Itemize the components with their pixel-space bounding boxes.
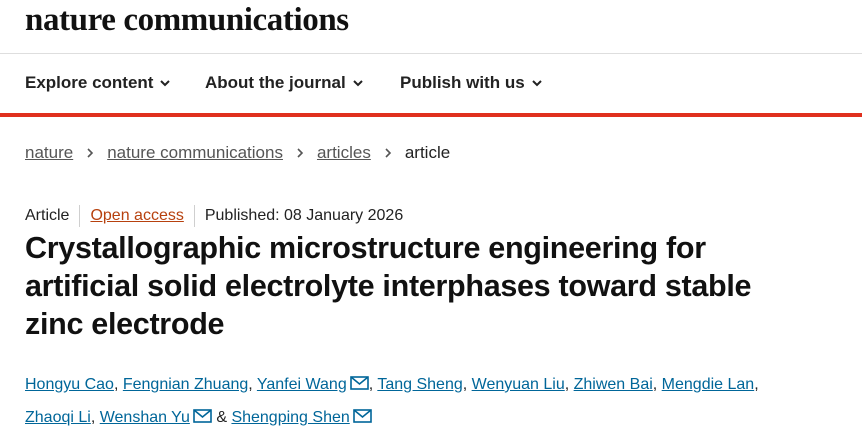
author-separator: , — [462, 376, 472, 393]
nav-explore-content[interactable]: Explore content — [25, 73, 171, 93]
breadcrumb-nature[interactable]: nature — [25, 143, 73, 163]
accent-divider — [0, 113, 862, 117]
author-link[interactable]: Wenyuan Liu — [472, 376, 565, 393]
main-nav: Explore content About the journal Publis… — [0, 55, 862, 113]
chevron-down-icon — [160, 80, 171, 87]
author-link[interactable]: Wenshan Yu — [100, 409, 190, 426]
author-separator: , — [652, 376, 662, 393]
article-type: Article — [25, 207, 70, 224]
meta-divider — [79, 205, 81, 227]
masthead: nature communications — [0, 0, 862, 54]
meta-divider — [193, 205, 195, 227]
chevron-down-icon — [353, 80, 363, 87]
breadcrumb: nature nature communications articles ar… — [25, 143, 450, 163]
chevron-right-icon — [297, 148, 304, 158]
author-link[interactable]: Mengdie Lan — [662, 376, 755, 393]
nav-publish-with-us[interactable]: Publish with us — [400, 73, 543, 93]
author-line: Hongyu Cao, Fengnian Zhuang, Yanfei Wang… — [25, 368, 845, 401]
nav-label: Explore content — [25, 73, 154, 92]
mail-icon[interactable] — [352, 409, 372, 423]
breadcrumb-current: article — [404, 143, 451, 162]
published-date: Published: 08 January 2026 — [204, 207, 404, 224]
title-line: Crystallographic microstructure engineer… — [25, 231, 706, 265]
author-link[interactable]: Fengnian Zhuang — [123, 376, 248, 393]
author-separator: , — [248, 376, 257, 393]
article-meta: Article Open access Published: 08 Januar… — [25, 205, 403, 227]
breadcrumb-articles[interactable]: articles — [317, 143, 371, 163]
author-link[interactable]: Tang Sheng — [377, 376, 462, 393]
chevron-right-icon — [385, 148, 391, 158]
author-link[interactable]: Zhaoqi Li — [25, 409, 91, 426]
nav-about-journal[interactable]: About the journal — [205, 73, 364, 93]
author-link[interactable]: Zhiwen Bai — [574, 376, 653, 393]
chevron-down-icon — [531, 80, 542, 87]
chevron-right-icon — [87, 148, 94, 158]
author-separator: , — [90, 409, 100, 426]
author-separator: , — [754, 376, 759, 393]
breadcrumb-nature-communications[interactable]: nature communications — [107, 143, 283, 163]
title-line: zinc electrode — [25, 307, 225, 341]
author-line: Zhaoqi Li, Wenshan Yu & Shengping Shen — [25, 401, 845, 434]
author-separator: , — [564, 376, 574, 393]
site-logo[interactable]: nature communications — [25, 2, 349, 39]
author-list: Hongyu Cao, Fengnian Zhuang, Yanfei Wang… — [25, 368, 845, 434]
nav-label: About the journal — [205, 73, 346, 92]
author-separator: & — [211, 409, 232, 426]
author-link[interactable]: Yanfei Wang — [257, 376, 347, 393]
author-link[interactable]: Shengping Shen — [231, 409, 349, 426]
title-line: artificial solid electrolyte interphases… — [25, 269, 752, 303]
mail-icon[interactable] — [193, 409, 212, 423]
article-title: Crystallographic microstructure engineer… — [25, 229, 845, 343]
nav-label: Publish with us — [400, 73, 525, 92]
mail-icon[interactable] — [349, 376, 369, 390]
open-access-link[interactable]: Open access — [90, 207, 183, 225]
author-separator: , — [113, 376, 123, 393]
author-link[interactable]: Hongyu Cao — [25, 376, 114, 393]
